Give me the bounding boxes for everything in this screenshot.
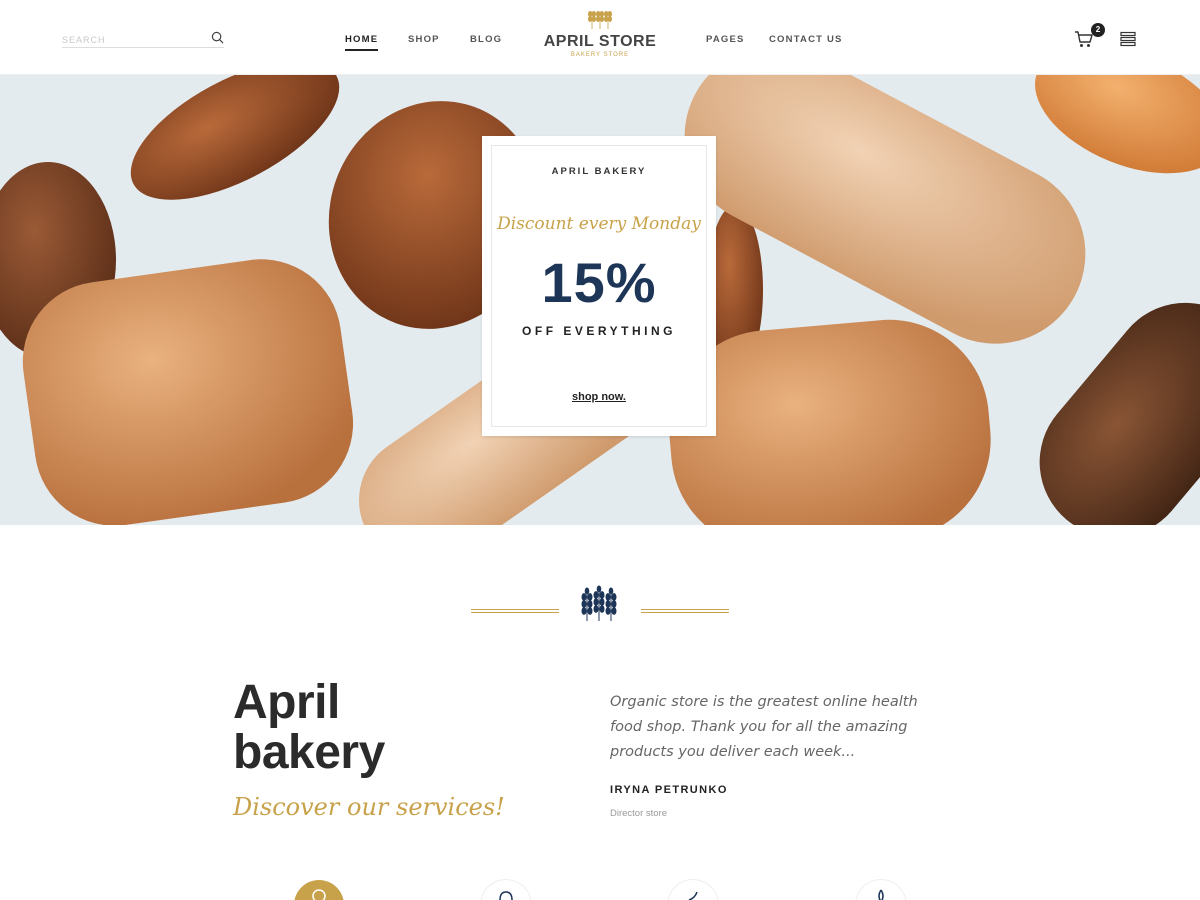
promo-card-inner: APRIL BAKERY Discount every Monday 15% O…: [491, 145, 707, 427]
divider-line-left: [471, 609, 559, 613]
logo[interactable]: APRIL STORE BAKERY STORE: [540, 7, 660, 63]
service-icon-2[interactable]: [481, 880, 531, 900]
wheat-icon: [588, 11, 612, 29]
wheat-icon: [581, 585, 617, 621]
bread-icon: [312, 889, 326, 900]
nav-shop[interactable]: SHOP: [408, 34, 440, 45]
promo-script: Discount every Monday: [497, 214, 701, 234]
nav-home[interactable]: HOME: [345, 34, 379, 51]
promo-kicker: APRIL BAKERY: [551, 166, 647, 177]
about-script: Discover our services!: [233, 793, 505, 821]
nav-blog[interactable]: BLOG: [470, 34, 502, 45]
about-title-line1: April: [233, 676, 340, 729]
nav-pages[interactable]: PAGES: [706, 34, 745, 45]
whisk-icon: [878, 889, 884, 900]
search-box: [62, 30, 224, 48]
search-input[interactable]: [62, 32, 202, 45]
cart-count-badge: 2: [1091, 23, 1105, 37]
promo-off-text: OFF EVERYTHING: [522, 324, 676, 338]
divider-line-right: [641, 609, 729, 613]
promo-discount: 15%: [541, 251, 657, 314]
service-icon-4[interactable]: [856, 880, 906, 900]
search-icon[interactable]: [211, 31, 224, 44]
croissant-icon: [688, 891, 698, 900]
logo-name: APRIL STORE: [543, 33, 657, 50]
promo-card: APRIL BAKERY Discount every Monday 15% O…: [482, 136, 716, 436]
about-title: April bakery: [233, 678, 385, 778]
service-icon-3[interactable]: [668, 880, 718, 900]
menu-icon[interactable]: [1120, 31, 1136, 47]
nav-contact[interactable]: CONTACT US: [769, 34, 843, 45]
testimonial-quote: Organic store is the greatest online hea…: [610, 694, 918, 760]
cake-icon: [499, 891, 513, 900]
testimonial-role: Director store: [610, 808, 668, 819]
logo-subtitle: BAKERY STORE: [570, 52, 630, 58]
shop-now-link[interactable]: shop now.: [492, 391, 706, 403]
site-header: HOME SHOP BLOG APRIL STORE BAKERY STORE …: [0, 0, 1200, 75]
section-divider: [471, 585, 729, 625]
about-title-line2: bakery: [233, 726, 385, 779]
testimonial-author: IRYNA PETRUNKO: [610, 784, 728, 796]
service-icon-1[interactable]: [294, 880, 344, 900]
